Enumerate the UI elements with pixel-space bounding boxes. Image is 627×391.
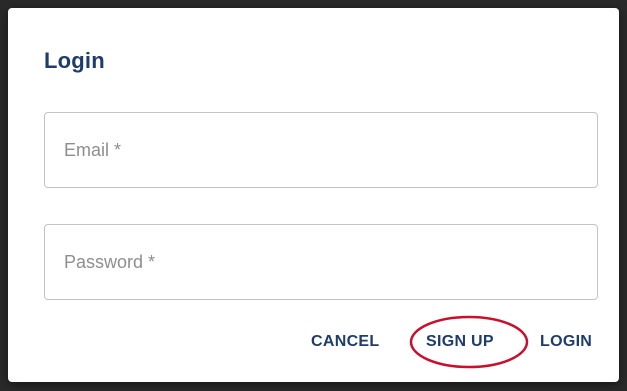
- dialog-title: Login: [44, 48, 105, 73]
- password-field-label: Password *: [64, 252, 156, 272]
- email-field[interactable]: Email *: [44, 112, 598, 188]
- cancel-button[interactable]: CANCEL: [311, 333, 379, 351]
- login-dialog: Login Email * Password *: [8, 8, 619, 382]
- password-field[interactable]: Password *: [44, 224, 598, 300]
- email-field-label: Email *: [64, 140, 122, 160]
- sign-up-button[interactable]: SIGN UP: [426, 333, 494, 351]
- login-button[interactable]: LOGIN: [540, 333, 592, 351]
